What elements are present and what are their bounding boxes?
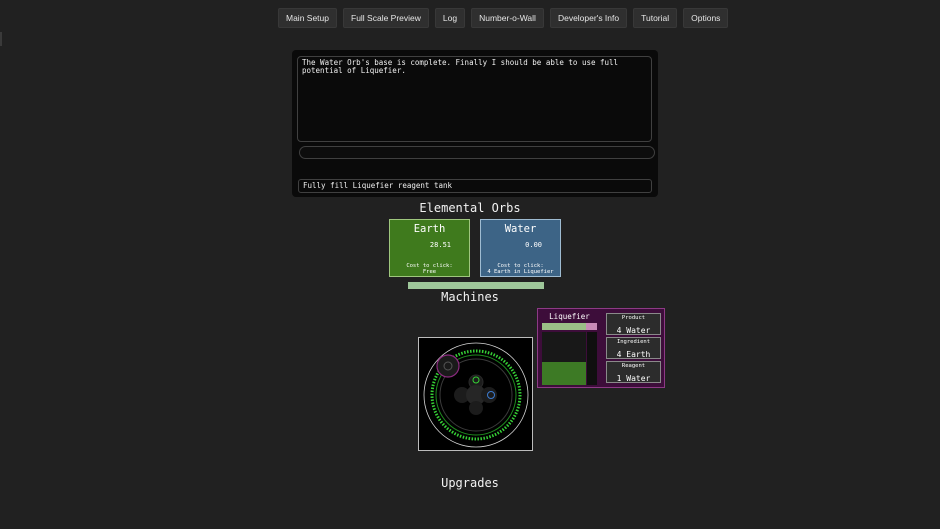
- earth-orb-amount: 28.51: [429, 241, 451, 249]
- reagent-value: 1 Water: [616, 373, 651, 383]
- liquefier-tank-side: [587, 332, 597, 385]
- ingredient-value: 4 Earth: [616, 349, 651, 359]
- nav-number-o-wall-button[interactable]: Number-o-Wall: [471, 8, 544, 28]
- story-panel: The Water Orb's base is complete. Finall…: [292, 50, 658, 197]
- machines-section-title: Machines: [441, 290, 499, 304]
- liquefier-product-slot[interactable]: Product 4 Water: [606, 313, 661, 335]
- orbs-section-title: Elemental Orbs: [419, 201, 521, 215]
- liquefier-progress-fill: [542, 323, 586, 330]
- nav-main-setup-button[interactable]: Main Setup: [278, 8, 337, 28]
- nav-full-scale-preview-button[interactable]: Full Scale Preview: [343, 8, 429, 28]
- top-nav: Main Setup Full Scale Preview Log Number…: [278, 8, 729, 28]
- nav-developers-info-button[interactable]: Developer's Info: [549, 8, 628, 28]
- liquefier-reagent-slot[interactable]: Reagent 1 Water: [606, 361, 661, 383]
- nav-tutorial-button[interactable]: Tutorial: [633, 8, 678, 28]
- story-progress-bar: [299, 146, 655, 159]
- nav-options-button[interactable]: Options: [683, 8, 729, 28]
- left-edge-handle: [0, 32, 2, 46]
- product-value: 4 Water: [616, 325, 651, 335]
- orb-progress-fill: [408, 282, 544, 289]
- water-orb-amount: 0.00: [525, 241, 542, 249]
- water-orb-cost: 4 Earth in Liquefier: [487, 269, 554, 275]
- upgrades-section-title: Upgrades: [441, 476, 499, 490]
- water-orb-name: Water: [504, 223, 537, 235]
- earth-orb-cost: Free: [422, 269, 437, 275]
- earth-orb-name: Earth: [413, 223, 446, 235]
- liquefier-ingredient-slot[interactable]: Ingredient 4 Earth: [606, 337, 661, 359]
- liquefier-machine[interactable]: Liquefier Product 4 Water Ingredient 4 E…: [537, 308, 665, 388]
- product-label: Product: [621, 315, 646, 321]
- water-orb-button[interactable]: Water 0.00 Cost to click: 4 Earth in Liq…: [480, 219, 561, 277]
- liquefier-tank-fill: [542, 362, 586, 385]
- nav-log-button[interactable]: Log: [434, 8, 466, 28]
- machine-diagram[interactable]: [418, 337, 533, 451]
- story-log-text: The Water Orb's base is complete. Finall…: [297, 56, 652, 142]
- liquefier-progress-bar: [542, 323, 597, 330]
- reagent-label: Reagent: [621, 363, 646, 369]
- objective-text: Fully fill Liquefier reagent tank: [298, 179, 652, 193]
- ingredient-label: Ingredient: [616, 339, 651, 345]
- liquefier-title: Liquefier: [549, 312, 590, 321]
- liquefier-reagent-tank: [542, 332, 586, 385]
- earth-orb-button[interactable]: Earth 28.51 Cost to click: Free: [389, 219, 470, 277]
- orb-progress-bar: [408, 282, 544, 289]
- machine-diagram-icon: [423, 342, 529, 448]
